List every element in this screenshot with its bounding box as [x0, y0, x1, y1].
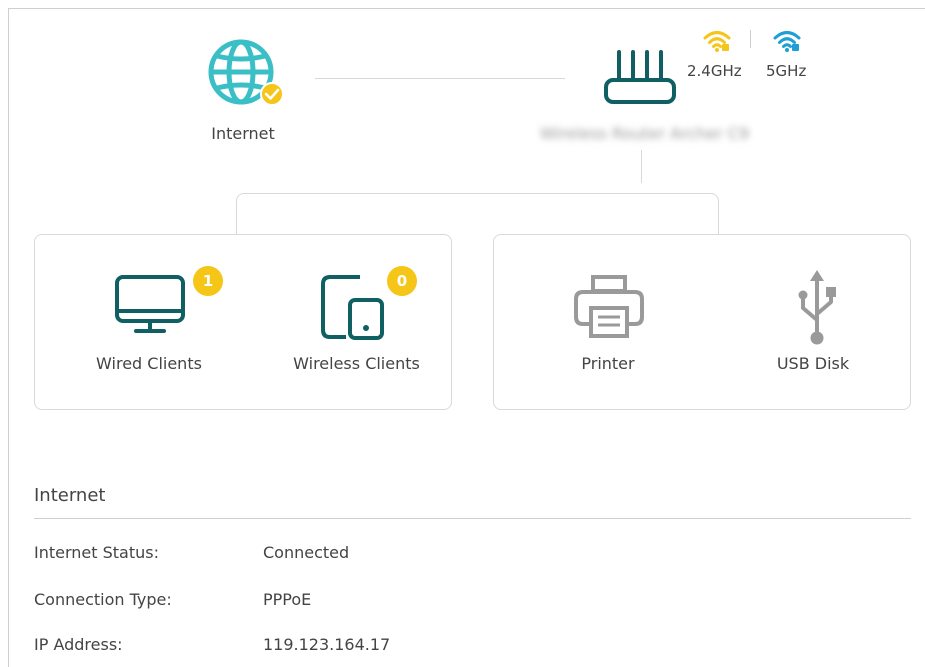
- wireless-clients-count-badge: 0: [387, 266, 417, 296]
- ip-address-value: 119.123.164.17: [263, 635, 391, 654]
- router-down-connector: [641, 150, 642, 183]
- wired-clients-label[interactable]: Wired Clients: [74, 354, 224, 373]
- internet-section-title: Internet: [34, 485, 106, 506]
- internet-router-link: [315, 78, 565, 79]
- wifi-2g-icon[interactable]: [703, 28, 731, 54]
- wired-clients-count-badge: 1: [193, 266, 223, 296]
- internet-status-value: Connected: [263, 543, 350, 562]
- peripherals-card: [493, 234, 911, 410]
- wireless-clients-device-icon[interactable]: [320, 274, 386, 342]
- router-name: Wireless Router Archer C9: [540, 124, 750, 143]
- internet-label: Internet: [211, 124, 275, 143]
- band-2g-label: 2.4GHz: [687, 62, 742, 80]
- router-icon[interactable]: [602, 48, 680, 108]
- printer-label[interactable]: Printer: [558, 354, 658, 373]
- branch-bracket: [236, 193, 719, 235]
- wireless-clients-label[interactable]: Wireless Clients: [274, 354, 439, 373]
- wifi-5g-icon[interactable]: [773, 28, 801, 54]
- clients-card: [34, 234, 452, 410]
- connection-type-value: PPPoE: [263, 590, 312, 609]
- band-divider: [750, 30, 751, 48]
- internet-globe-icon[interactable]: [205, 38, 285, 110]
- ip-address-key: IP Address:: [34, 635, 123, 654]
- usb-disk-label[interactable]: USB Disk: [763, 354, 863, 373]
- wired-clients-monitor-icon[interactable]: [114, 274, 188, 336]
- connection-type-key: Connection Type:: [34, 590, 172, 609]
- printer-icon[interactable]: [573, 274, 647, 340]
- section-divider: [34, 518, 911, 519]
- band-5g-label: 5GHz: [766, 62, 807, 80]
- internet-status-key: Internet Status:: [34, 543, 159, 562]
- usb-icon[interactable]: [794, 268, 840, 348]
